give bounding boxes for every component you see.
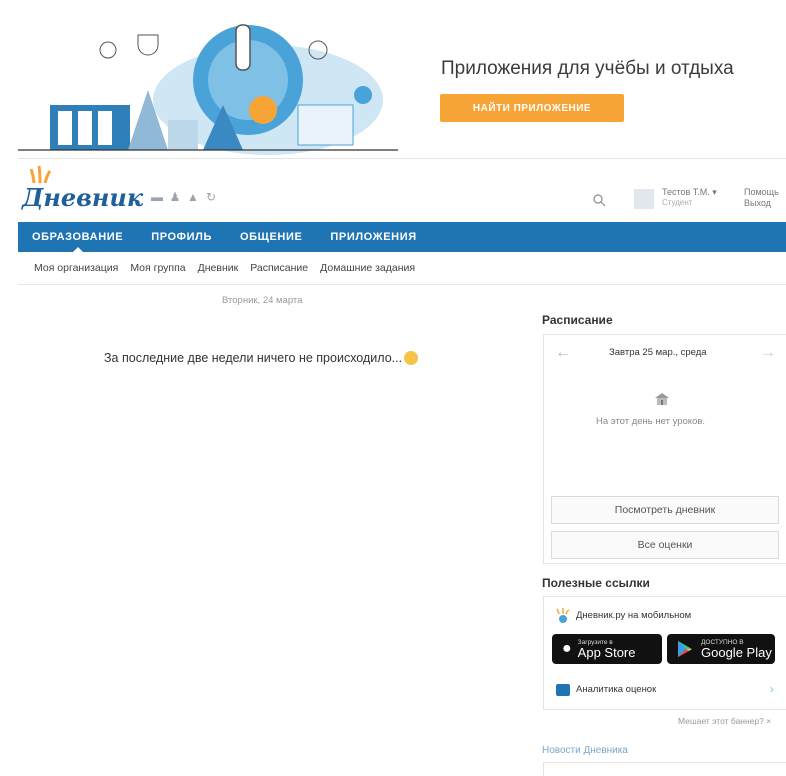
- subnav-item-group[interactable]: Моя группа: [124, 262, 191, 274]
- google-play-icon: [678, 641, 692, 657]
- school-icon: [655, 393, 669, 405]
- logo-text: Дневник: [22, 183, 144, 212]
- subnav-item-organization[interactable]: Моя организация: [18, 262, 124, 274]
- google-play-button[interactable]: ДОСТУПНО В Google Play: [667, 634, 775, 664]
- nav-item-apps[interactable]: ПРИЛОЖЕНИЯ: [316, 222, 430, 252]
- messages-icon[interactable]: ▬: [150, 190, 164, 204]
- banner-title: Приложения для учёбы и отдыха: [441, 58, 734, 79]
- smile-icon: [404, 350, 419, 365]
- help-link[interactable]: Помощь: [744, 187, 779, 197]
- nav-item-profile[interactable]: ПРОФИЛЬ: [137, 222, 226, 252]
- google-play-text: Google Play: [701, 644, 772, 660]
- news-card: [543, 762, 786, 776]
- bell-icon[interactable]: ▲: [186, 190, 200, 204]
- arrow-right-icon[interactable]: →: [760, 344, 776, 362]
- avatar[interactable]: [634, 189, 654, 209]
- feed-empty-message: За последние две недели ничего не происх…: [104, 350, 419, 366]
- refresh-icon[interactable]: ↻: [204, 190, 218, 204]
- app-store-button[interactable]: ● Загрузите в App Store: [552, 634, 662, 664]
- all-grades-button[interactable]: Все оценки: [551, 531, 779, 559]
- useful-links-title: Полезные ссылки: [542, 576, 650, 590]
- nav-item-communication[interactable]: ОБЩЕНИЕ: [226, 222, 316, 252]
- logo[interactable]: Дневник: [22, 172, 143, 212]
- news-title[interactable]: Новости Дневника: [542, 745, 628, 756]
- nav-item-education[interactable]: ОБРАЗОВАНИЕ: [18, 222, 137, 252]
- chevron-right-icon[interactable]: ›: [770, 682, 774, 696]
- mobile-icon: [556, 608, 570, 623]
- schedule-title: Расписание: [542, 313, 613, 327]
- schedule-card: [543, 334, 786, 564]
- sub-nav: Моя организация Моя группа Дневник Распи…: [18, 252, 786, 285]
- arrow-left-icon[interactable]: ←: [555, 344, 571, 362]
- user-name[interactable]: Тестов Т.М. ▾: [662, 187, 717, 198]
- user-role: Студент: [662, 198, 693, 207]
- user-icon[interactable]: ♟: [168, 190, 182, 204]
- view-diary-button[interactable]: Посмотреть дневник: [551, 496, 779, 524]
- search-icon[interactable]: [592, 193, 606, 207]
- logout-link[interactable]: Выход: [744, 198, 771, 208]
- analytics-link[interactable]: Аналитика оценок: [576, 684, 656, 695]
- schedule-day: Завтра 25 мар., среда: [609, 347, 707, 358]
- analytics-icon: [556, 684, 570, 696]
- mobile-app-link[interactable]: Дневник.ру на мобильном: [576, 610, 691, 621]
- subnav-item-homework[interactable]: Домашние задания: [314, 262, 421, 274]
- banner-illustration: [18, 24, 398, 155]
- feed-date: Вторник, 24 марта: [222, 295, 303, 306]
- feed-empty-text: За последние две недели ничего не происх…: [104, 351, 403, 365]
- find-app-button[interactable]: НАЙТИ ПРИЛОЖЕНИЕ: [440, 94, 624, 122]
- main-nav: ОБРАЗОВАНИЕ ПРОФИЛЬ ОБЩЕНИЕ ПРИЛОЖЕНИЯ: [18, 222, 786, 252]
- schedule-empty-text: На этот день нет уроков.: [596, 416, 706, 427]
- app-store-text: App Store: [577, 644, 636, 660]
- apple-icon: ●: [562, 640, 572, 657]
- subnav-item-schedule[interactable]: Расписание: [244, 262, 314, 274]
- banner-feedback-link[interactable]: Мешает этот баннер? ×: [678, 716, 771, 726]
- subnav-item-diary[interactable]: Дневник: [192, 262, 245, 274]
